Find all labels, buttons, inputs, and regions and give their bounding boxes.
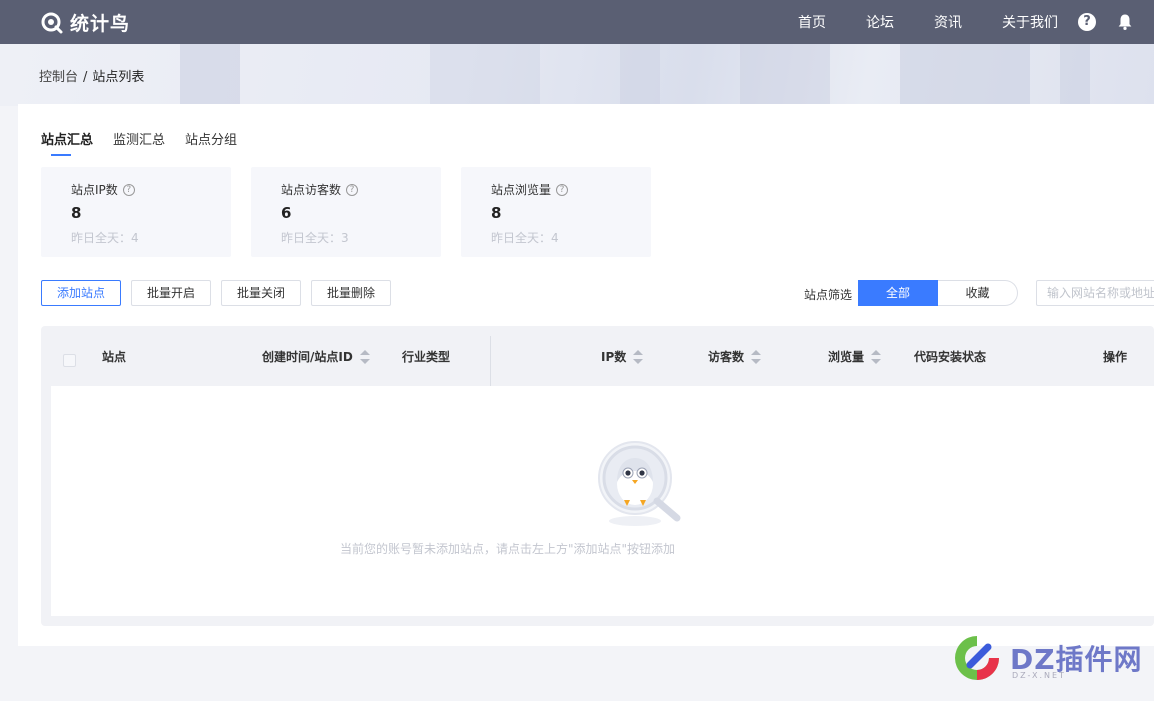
- col-site-label: 站点: [102, 350, 127, 364]
- tab-bar: 站点汇总 监测汇总 站点分组: [41, 129, 257, 156]
- filter-favorites-toggle[interactable]: 收藏: [938, 280, 1018, 306]
- select-all-checkbox[interactable]: [63, 354, 76, 367]
- stat-label: 站点IP数: [71, 183, 118, 197]
- stat-yesterday: 昨日全天：4: [491, 231, 559, 245]
- table-body-empty: 当前您的账号暂未添加站点，请点击左上方"添加站点"按钮添加: [51, 386, 1154, 616]
- col-created[interactable]: 创建时间/站点ID: [262, 348, 370, 365]
- col-industry: 行业类型: [402, 348, 450, 365]
- stat-value: 6: [281, 204, 292, 222]
- bell-icon[interactable]: [1116, 13, 1134, 31]
- app-name: 统计鸟: [70, 13, 131, 35]
- stat-label-row: 站点IP数 ?: [71, 181, 135, 198]
- banner-decoration: [900, 44, 1030, 106]
- stat-value: 8: [71, 204, 82, 222]
- stat-card-visitors: 站点访客数 ? 6 昨日全天：3: [251, 167, 441, 257]
- col-ip-label: IP数: [601, 350, 627, 364]
- nav-home[interactable]: 首页: [798, 12, 826, 32]
- main-nav: 首页 论坛 资讯 关于我们 ?: [798, 0, 1154, 44]
- logo-icon: [41, 12, 63, 33]
- sort-icon[interactable]: [633, 349, 644, 364]
- col-code-status: 代码安装状态: [914, 348, 986, 365]
- question-icon[interactable]: ?: [556, 183, 569, 196]
- tab-site-summary[interactable]: 站点汇总: [41, 129, 93, 156]
- breadcrumb-current: 站点列表: [92, 70, 145, 85]
- col-code-status-label: 代码安装状态: [914, 350, 987, 364]
- banner-decoration: [620, 44, 660, 106]
- breadcrumb-root[interactable]: 控制台: [39, 70, 78, 85]
- watermark: DZ插件网 DZ-X.NET: [952, 633, 1143, 683]
- empty-state-message: 当前您的账号暂未添加站点，请点击左上方"添加站点"按钮添加: [339, 542, 676, 556]
- nav-news[interactable]: 资讯: [934, 12, 962, 32]
- stat-value: 8: [491, 204, 502, 222]
- sort-icon[interactable]: [359, 349, 370, 364]
- col-pageviews-label: 浏览量: [828, 350, 865, 364]
- stat-card-pageviews: 站点浏览量 ? 8 昨日全天：4: [461, 167, 651, 257]
- nav-forum[interactable]: 论坛: [866, 12, 894, 32]
- table-header: 站点 创建时间/站点ID 行业类型 IP数 访客数 浏览量 代码安装状态 操作: [41, 326, 1154, 386]
- top-navbar: 统计鸟 首页 论坛 资讯 关于我们 ?: [0, 0, 1154, 44]
- nav-about[interactable]: 关于我们: [1002, 12, 1058, 32]
- site-filter-label: 站点筛选: [804, 288, 853, 302]
- sort-icon[interactable]: [871, 349, 882, 364]
- column-divider: [490, 336, 491, 386]
- add-site-button[interactable]: 添加站点: [41, 280, 121, 306]
- batch-disable-button[interactable]: 批量关闭: [221, 280, 301, 306]
- banner-decoration: [1060, 44, 1090, 106]
- breadcrumb: 控制台 / 站点列表: [39, 66, 144, 85]
- col-visitors[interactable]: 访客数: [708, 348, 762, 365]
- col-ip[interactable]: IP数: [601, 348, 644, 365]
- stat-label: 站点访客数: [281, 183, 342, 197]
- stat-yesterday: 昨日全天：4: [71, 231, 139, 245]
- stat-label-row: 站点访客数 ?: [281, 181, 359, 198]
- col-pageviews[interactable]: 浏览量: [828, 348, 882, 365]
- col-visitors-label: 访客数: [708, 350, 745, 364]
- batch-enable-button[interactable]: 批量开启: [131, 280, 211, 306]
- banner-decoration: [180, 44, 240, 106]
- stat-label: 站点浏览量: [491, 183, 552, 197]
- stat-card-ip: 站点IP数 ? 8 昨日全天：4: [41, 167, 231, 257]
- watermark-logo-icon: [955, 636, 999, 680]
- filter-all-toggle[interactable]: 全部: [858, 280, 938, 306]
- question-icon[interactable]: ?: [346, 183, 359, 196]
- col-ops-label: 操作: [1103, 350, 1128, 364]
- empty-bird-magnifier-icon: [598, 441, 681, 526]
- stat-label-row: 站点浏览量 ?: [491, 181, 569, 198]
- site-search-input[interactable]: [1036, 280, 1154, 306]
- sort-icon[interactable]: [751, 349, 762, 364]
- site-table: 站点 创建时间/站点ID 行业类型 IP数 访客数 浏览量 代码安装状态 操作: [41, 326, 1154, 626]
- col-created-label: 创建时间/站点ID: [262, 350, 353, 364]
- col-site: 站点: [102, 348, 126, 365]
- header-banner: [0, 44, 1154, 106]
- col-industry-label: 行业类型: [402, 350, 451, 364]
- breadcrumb-separator: /: [83, 70, 88, 85]
- col-ops: 操作: [1103, 348, 1127, 365]
- help-icon[interactable]: ?: [1078, 13, 1096, 31]
- main-card: 站点汇总 监测汇总 站点分组 站点IP数 ? 8 昨日全天：4 站点访客数 ? …: [18, 104, 1154, 646]
- tab-monitor-summary[interactable]: 监测汇总: [113, 129, 165, 156]
- question-icon[interactable]: ?: [122, 183, 135, 196]
- banner-decoration: [740, 44, 830, 106]
- tab-site-groups[interactable]: 站点分组: [185, 129, 237, 156]
- app-logo[interactable]: 统计鸟: [40, 9, 130, 36]
- stat-yesterday: 昨日全天：3: [281, 231, 349, 245]
- batch-delete-button[interactable]: 批量删除: [311, 280, 391, 306]
- banner-decoration: [430, 44, 540, 106]
- watermark-domain: DZ-X.NET: [1012, 671, 1066, 680]
